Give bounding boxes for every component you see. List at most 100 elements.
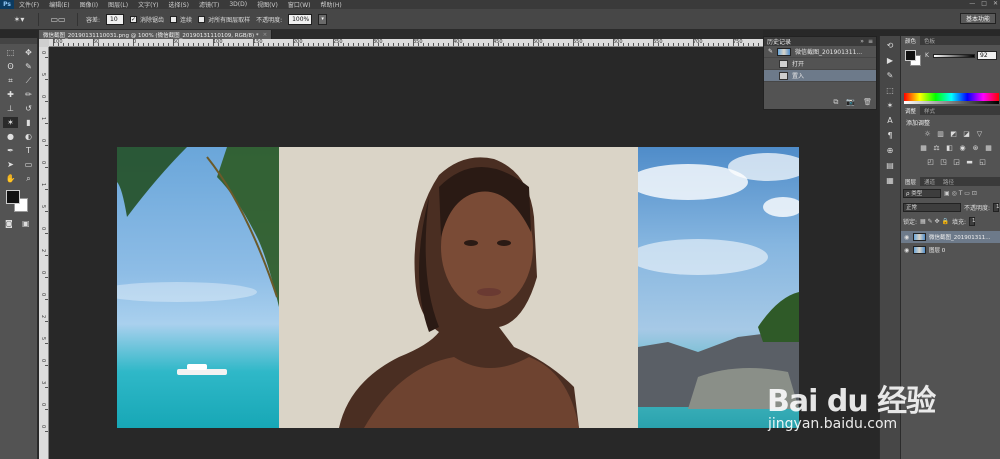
- close-tab-icon[interactable]: ×: [263, 32, 268, 38]
- brightness-icon[interactable]: ☼: [923, 130, 932, 138]
- layer-filter-icons[interactable]: ▣ ◎ T ▭ ⊡: [944, 190, 977, 197]
- grayscale-ramp[interactable]: [904, 101, 999, 104]
- panel-foreground-swatch[interactable]: [905, 50, 916, 61]
- history-panel-icon[interactable]: ⟲: [884, 40, 897, 51]
- opacity-input[interactable]: 100%: [288, 13, 313, 25]
- eyedropper-tool-icon[interactable]: ⟋: [21, 75, 36, 86]
- gradient-tool-icon[interactable]: ▮: [21, 117, 36, 128]
- clone-source-icon[interactable]: ⊕: [884, 145, 897, 156]
- vibrance-icon[interactable]: ▽: [975, 130, 984, 138]
- quick-mask-icon[interactable]: ◙: [5, 219, 17, 229]
- menu-filter[interactable]: 滤镜(T): [194, 0, 224, 9]
- screen-mode-icon[interactable]: ▣: [22, 219, 34, 229]
- panel-menu-icon[interactable]: ≡: [868, 38, 873, 45]
- type-tool-icon[interactable]: T: [21, 145, 36, 156]
- black-white-icon[interactable]: ◧: [945, 144, 954, 152]
- document-tab[interactable]: 微信截图_20190131110031.png @ 100% (微信截图_201…: [39, 30, 273, 39]
- delete-state-icon[interactable]: 🗑: [863, 98, 872, 107]
- fill-input[interactable]: 1: [968, 216, 975, 226]
- k-channel-slider[interactable]: [933, 54, 975, 58]
- menu-layer[interactable]: 图层(L): [103, 0, 133, 9]
- minimize-button[interactable]: —: [969, 0, 975, 7]
- layer-opacity-input[interactable]: 1: [993, 202, 1000, 212]
- invert-icon[interactable]: ◰: [926, 158, 935, 166]
- zoom-tool-icon[interactable]: ⌕: [21, 173, 36, 184]
- vertical-ruler[interactable]: 0 5 0 1 0 0 1 5 0 2 0 0 2 5 0 3 0 0: [39, 47, 49, 459]
- sample-all-layers-checkbox[interactable]: 对所有图层取样: [198, 15, 250, 24]
- move-tool-icon[interactable]: ✥: [21, 47, 36, 58]
- create-snapshot-icon[interactable]: 📷: [846, 98, 855, 107]
- collapse-icon[interactable]: »: [860, 38, 864, 45]
- photo-filter-icon[interactable]: ◉: [958, 144, 967, 152]
- threshold-icon[interactable]: ◲: [952, 158, 961, 166]
- brush-tool-icon[interactable]: ✏: [21, 89, 36, 100]
- tab-channels[interactable]: 通道: [920, 177, 939, 186]
- path-select-icon[interactable]: ➤: [3, 159, 18, 170]
- menu-image[interactable]: 图像(I): [75, 0, 103, 9]
- tab-color[interactable]: 颜色: [901, 36, 921, 45]
- layer-row[interactable]: ◉ 微信截图_201901311...: [901, 231, 1000, 243]
- workspace-switcher[interactable]: 基本功能: [959, 13, 996, 24]
- opacity-dropdown-button[interactable]: ▾: [318, 13, 328, 25]
- history-panel-title[interactable]: 历史记录: [767, 37, 791, 46]
- curves-icon[interactable]: ◩: [949, 130, 958, 138]
- eye-icon[interactable]: ◉: [904, 234, 910, 241]
- menu-view[interactable]: 视图(V): [252, 0, 283, 9]
- layer-kind-filter[interactable]: ρ 类型: [903, 188, 941, 198]
- ruler-origin[interactable]: [39, 39, 49, 47]
- tolerance-input[interactable]: 10: [106, 13, 125, 25]
- selective-color-icon[interactable]: ◱: [978, 158, 987, 166]
- horizontal-ruler[interactable]: 100 50 0 50 100 150 200 250 300 350 400 450 500 550 60…: [49, 39, 763, 47]
- pen-tool-icon[interactable]: ✒: [3, 145, 18, 156]
- menu-type[interactable]: 文字(Y): [133, 0, 163, 9]
- menu-edit[interactable]: 编辑(E): [44, 0, 74, 9]
- hand-tool-icon[interactable]: ✋: [3, 173, 18, 184]
- brush-presets-icon[interactable]: ⬚: [884, 85, 897, 96]
- lasso-tool-icon[interactable]: ʘ: [3, 61, 18, 72]
- tab-swatches[interactable]: 色板: [920, 36, 939, 45]
- close-window-button[interactable]: ✕: [993, 0, 998, 7]
- history-item[interactable]: 打开: [764, 58, 876, 70]
- brush-source-icon[interactable]: ✎: [768, 48, 773, 55]
- menu-file[interactable]: 文件(F): [14, 0, 44, 9]
- history-brush-icon[interactable]: ↺: [21, 103, 36, 114]
- history-item[interactable]: 置入: [764, 70, 876, 82]
- tool-preset-picker[interactable]: ✶▾: [8, 13, 30, 26]
- menu-3d[interactable]: 3D(D): [224, 1, 252, 8]
- blur-tool-icon[interactable]: ●: [3, 131, 18, 142]
- menu-window[interactable]: 窗口(W): [283, 0, 316, 9]
- tab-layers[interactable]: 图层: [901, 177, 921, 186]
- dodge-tool-icon[interactable]: ◐: [21, 131, 36, 142]
- foreground-color-swatch[interactable]: [6, 190, 20, 204]
- quick-select-tool-icon[interactable]: ✎: [21, 61, 36, 72]
- maximize-button[interactable]: □: [981, 0, 987, 7]
- healing-brush-icon[interactable]: ✚: [3, 89, 18, 100]
- eye-icon[interactable]: ◉: [904, 247, 910, 254]
- color-lookup-icon[interactable]: ▦: [984, 144, 993, 152]
- paragraph-panel-icon[interactable]: ¶: [884, 130, 897, 141]
- magic-wand-tool-icon[interactable]: ✶: [3, 117, 18, 128]
- crop-tool-icon[interactable]: ⌗: [3, 75, 18, 86]
- tool-presets-icon[interactable]: ✶: [884, 100, 897, 111]
- brush-panel-icon[interactable]: ✎: [884, 70, 897, 81]
- tab-styles[interactable]: 样式: [920, 106, 939, 115]
- actions-panel-icon[interactable]: ▶: [884, 55, 897, 66]
- gradient-map-icon[interactable]: ▬: [965, 158, 974, 166]
- clone-stamp-icon[interactable]: ⊥: [3, 103, 18, 114]
- k-channel-input[interactable]: 92: [977, 51, 997, 60]
- properties-panel-icon[interactable]: ▦: [884, 175, 897, 186]
- shape-tool-icon[interactable]: ▭: [21, 159, 36, 170]
- color-spectrum-ramp[interactable]: [904, 93, 999, 101]
- channel-mixer-icon[interactable]: ⊛: [971, 144, 980, 152]
- tab-adjustments[interactable]: 调整: [901, 106, 921, 115]
- layer-row[interactable]: ◉ 图层 0: [901, 244, 1000, 256]
- exposure-icon[interactable]: ◪: [962, 130, 971, 138]
- character-panel-icon[interactable]: A: [884, 115, 897, 126]
- blend-mode-select[interactable]: 正常: [903, 202, 961, 212]
- contiguous-checkbox[interactable]: 连续: [170, 15, 192, 24]
- marquee-tool-icon[interactable]: ⬚: [3, 47, 18, 58]
- levels-icon[interactable]: ▥: [936, 130, 945, 138]
- selection-mode-buttons[interactable]: ▭▭: [47, 13, 69, 26]
- document-image[interactable]: [117, 147, 799, 428]
- color-balance-icon[interactable]: ⚖: [932, 144, 941, 152]
